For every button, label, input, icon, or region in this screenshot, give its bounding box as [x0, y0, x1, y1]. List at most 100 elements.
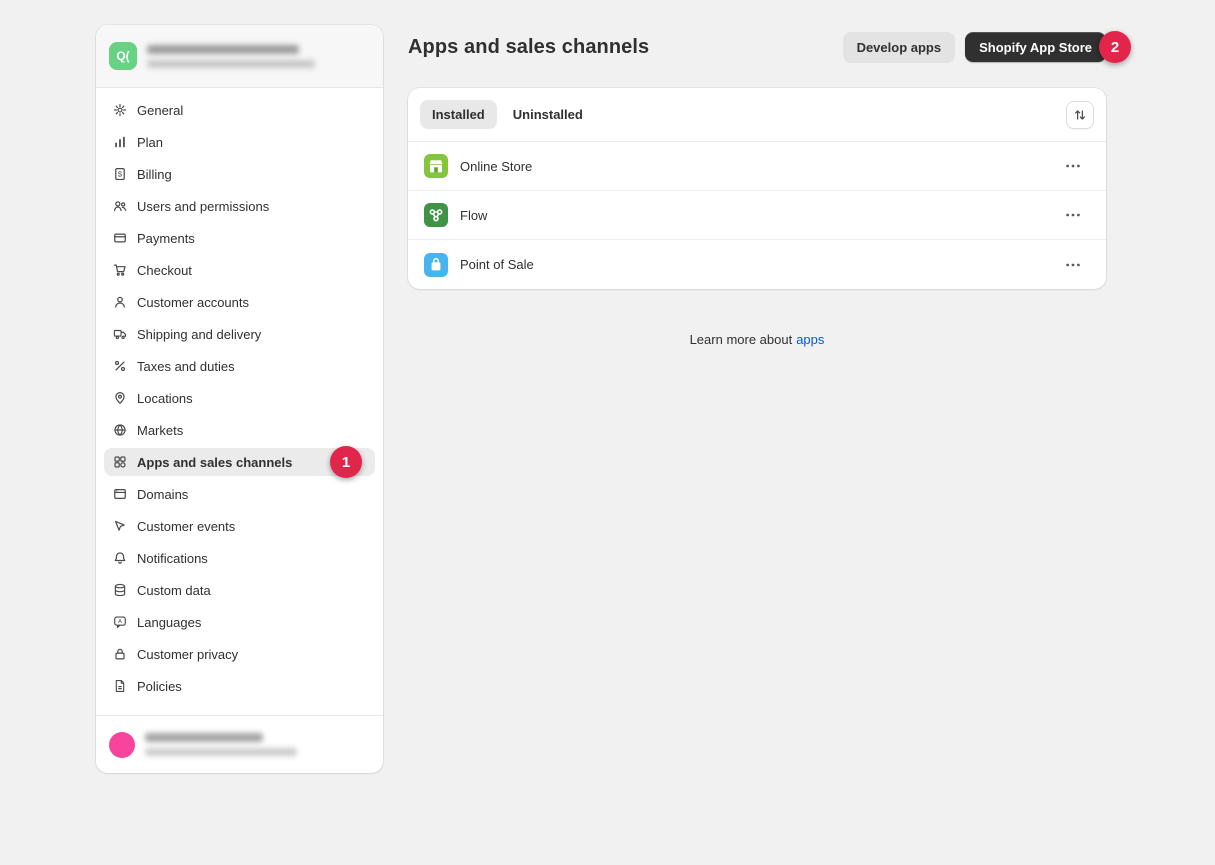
- sidebar-item-label: Payments: [137, 231, 195, 246]
- sidebar-item-label: Apps and sales channels: [137, 455, 292, 470]
- app-row[interactable]: Online Store: [408, 142, 1106, 191]
- sort-arrows-icon: [1073, 108, 1087, 122]
- truck-icon: [112, 326, 128, 342]
- sidebar-item-billing[interactable]: $ Billing: [104, 160, 375, 188]
- app-name: Online Store: [460, 159, 532, 174]
- sidebar-item-label: Languages: [137, 615, 201, 630]
- cart-icon: [112, 262, 128, 278]
- credit-card-icon: [112, 230, 128, 246]
- tab-uninstalled[interactable]: Uninstalled: [501, 100, 595, 129]
- ellipsis-icon: [1064, 157, 1082, 175]
- sidebar-item-label: Customer privacy: [137, 647, 238, 662]
- account-menu[interactable]: [96, 715, 383, 773]
- sort-button[interactable]: [1066, 101, 1094, 129]
- sidebar-item-apps-and-sales-channels[interactable]: Apps and sales channels 1: [104, 448, 375, 476]
- lock-icon: [112, 646, 128, 662]
- flow-icon: [424, 203, 448, 227]
- translate-icon: A: [112, 614, 128, 630]
- row-menu-button[interactable]: [1060, 153, 1086, 179]
- settings-sidebar: Q( General Plan $ Billing: [96, 25, 383, 773]
- sidebar-item-label: Domains: [137, 487, 188, 502]
- cursor-icon: [112, 518, 128, 534]
- store-email-redacted: [147, 60, 315, 68]
- sidebar-item-checkout[interactable]: Checkout: [104, 256, 375, 284]
- apps-link[interactable]: apps: [796, 332, 824, 347]
- app-name: Point of Sale: [460, 257, 534, 272]
- gear-icon: [112, 102, 128, 118]
- annotation-badge-2: 2: [1099, 31, 1131, 63]
- shopify-app-store-button[interactable]: Shopify App Store: [965, 32, 1106, 62]
- sidebar-item-label: General: [137, 103, 183, 118]
- sidebar-item-label: Checkout: [137, 263, 192, 278]
- browser-window-icon: [112, 486, 128, 502]
- svg-text:A: A: [118, 619, 122, 625]
- store-switcher[interactable]: Q(: [96, 25, 383, 88]
- sidebar-item-custom-data[interactable]: Custom data: [104, 576, 375, 604]
- apps-grid-icon: [112, 454, 128, 470]
- learn-more-text: Learn more about: [690, 332, 793, 347]
- online-store-icon: [424, 154, 448, 178]
- sidebar-item-domains[interactable]: Domains: [104, 480, 375, 508]
- sidebar-item-notifications[interactable]: Notifications: [104, 544, 375, 572]
- user-name-redacted: [145, 733, 263, 742]
- sidebar-item-users-permissions[interactable]: Users and permissions: [104, 192, 375, 220]
- point-of-sale-icon: [424, 253, 448, 277]
- sidebar-item-label: Billing: [137, 167, 172, 182]
- sidebar-item-label: Customer events: [137, 519, 235, 534]
- page-title: Apps and sales channels: [408, 36, 649, 59]
- apps-card: Installed Uninstalled Online Store Flow: [408, 88, 1106, 289]
- sidebar-item-label: Locations: [137, 391, 193, 406]
- sidebar-item-policies[interactable]: Policies: [104, 672, 375, 700]
- svg-text:$: $: [118, 169, 123, 178]
- user-email-redacted: [145, 748, 297, 756]
- sidebar-item-label: Custom data: [137, 583, 211, 598]
- sidebar-item-locations[interactable]: Locations: [104, 384, 375, 412]
- row-menu-button[interactable]: [1060, 252, 1086, 278]
- page-header: Apps and sales channels Develop apps Sho…: [408, 31, 1106, 63]
- develop-apps-button[interactable]: Develop apps: [843, 32, 956, 62]
- sidebar-item-general[interactable]: General: [104, 96, 375, 124]
- app-row[interactable]: Flow: [408, 191, 1106, 240]
- sidebar-item-label: Markets: [137, 423, 183, 438]
- store-avatar: Q(: [109, 42, 137, 70]
- sidebar-item-markets[interactable]: Markets: [104, 416, 375, 444]
- sidebar-item-plan[interactable]: Plan: [104, 128, 375, 156]
- header-actions: Develop apps Shopify App Store 2: [843, 32, 1106, 62]
- annotation-badge-1: 1: [330, 446, 362, 478]
- store-name-redacted: [147, 45, 299, 54]
- document-icon: [112, 678, 128, 694]
- bar-chart-icon: [112, 134, 128, 150]
- app-row[interactable]: Point of Sale: [408, 240, 1106, 289]
- person-icon: [112, 294, 128, 310]
- apps-tabs-row: Installed Uninstalled: [408, 88, 1106, 141]
- user-avatar: [109, 732, 135, 758]
- ellipsis-icon: [1064, 256, 1082, 274]
- sidebar-item-label: Customer accounts: [137, 295, 249, 310]
- percent-icon: [112, 358, 128, 374]
- billing-icon: $: [112, 166, 128, 182]
- database-icon: [112, 582, 128, 598]
- row-menu-button[interactable]: [1060, 202, 1086, 228]
- sidebar-item-customer-accounts[interactable]: Customer accounts: [104, 288, 375, 316]
- users-icon: [112, 198, 128, 214]
- sidebar-item-taxes-duties[interactable]: Taxes and duties: [104, 352, 375, 380]
- sidebar-item-languages[interactable]: A Languages: [104, 608, 375, 636]
- bell-icon: [112, 550, 128, 566]
- sidebar-item-label: Shipping and delivery: [137, 327, 261, 342]
- app-name: Flow: [460, 208, 487, 223]
- globe-icon: [112, 422, 128, 438]
- tab-installed[interactable]: Installed: [420, 100, 497, 129]
- sidebar-item-label: Taxes and duties: [137, 359, 235, 374]
- sidebar-item-shipping-delivery[interactable]: Shipping and delivery: [104, 320, 375, 348]
- ellipsis-icon: [1064, 206, 1082, 224]
- settings-nav: General Plan $ Billing Users and permiss…: [96, 88, 383, 715]
- sidebar-item-label: Plan: [137, 135, 163, 150]
- sidebar-item-label: Notifications: [137, 551, 208, 566]
- learn-more-footer: Learn more aboutapps: [408, 332, 1106, 347]
- sidebar-item-label: Policies: [137, 679, 182, 694]
- sidebar-item-customer-privacy[interactable]: Customer privacy: [104, 640, 375, 668]
- sidebar-item-label: Users and permissions: [137, 199, 269, 214]
- sidebar-item-customer-events[interactable]: Customer events: [104, 512, 375, 540]
- sidebar-item-payments[interactable]: Payments: [104, 224, 375, 252]
- map-pin-icon: [112, 390, 128, 406]
